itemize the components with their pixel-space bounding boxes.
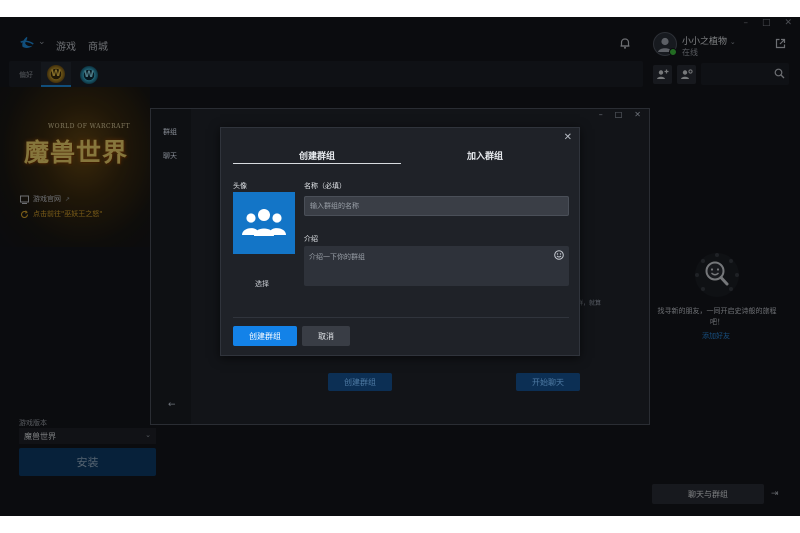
group-name-input[interactable] <box>304 196 569 216</box>
groups-window-controls: – □ ✕ <box>599 110 641 119</box>
app-window: – □ ✕ ⌄ 游戏 商城 小小之植物 ⌄ 在线 偏好 W W WORLD OF… <box>0 17 800 516</box>
group-intro-textarea[interactable] <box>304 246 569 286</box>
select-avatar-link[interactable]: 选择 <box>255 279 269 289</box>
groups-sidebar: 群组 聊天 ← <box>151 109 191 424</box>
tab-join-group[interactable]: 加入群组 <box>401 142 569 164</box>
group-icon <box>242 209 286 236</box>
tab-chat[interactable]: 聊天 <box>163 151 177 161</box>
create-group-button[interactable]: 创建群组 <box>233 326 297 346</box>
close-window-button[interactable]: ✕ <box>634 110 641 119</box>
dialog-divider <box>233 317 569 318</box>
group-avatar-picker[interactable] <box>233 192 295 254</box>
start-chat-button[interactable]: 开始聊天 <box>516 373 580 391</box>
create-group-dialog: ✕ 创建群组 加入群组 头像 选择 名称（必填） 介绍 创建群组 取消 <box>220 127 580 356</box>
create-group-button-bg[interactable]: 创建群组 <box>328 373 392 391</box>
tab-create-group[interactable]: 创建群组 <box>233 142 401 164</box>
minimize-button[interactable]: – <box>599 110 603 119</box>
tab-groups[interactable]: 群组 <box>163 127 177 137</box>
intro-label: 介绍 <box>304 235 318 243</box>
name-label: 名称（必填） <box>304 182 346 190</box>
emoji-icon[interactable] <box>554 250 564 260</box>
back-icon[interactable]: ← <box>168 400 176 410</box>
maximize-button[interactable]: □ <box>615 110 623 119</box>
cancel-button[interactable]: 取消 <box>302 326 350 346</box>
groups-description-fragment: 群，就算 <box>577 300 602 307</box>
avatar-label: 头像 <box>233 182 247 190</box>
